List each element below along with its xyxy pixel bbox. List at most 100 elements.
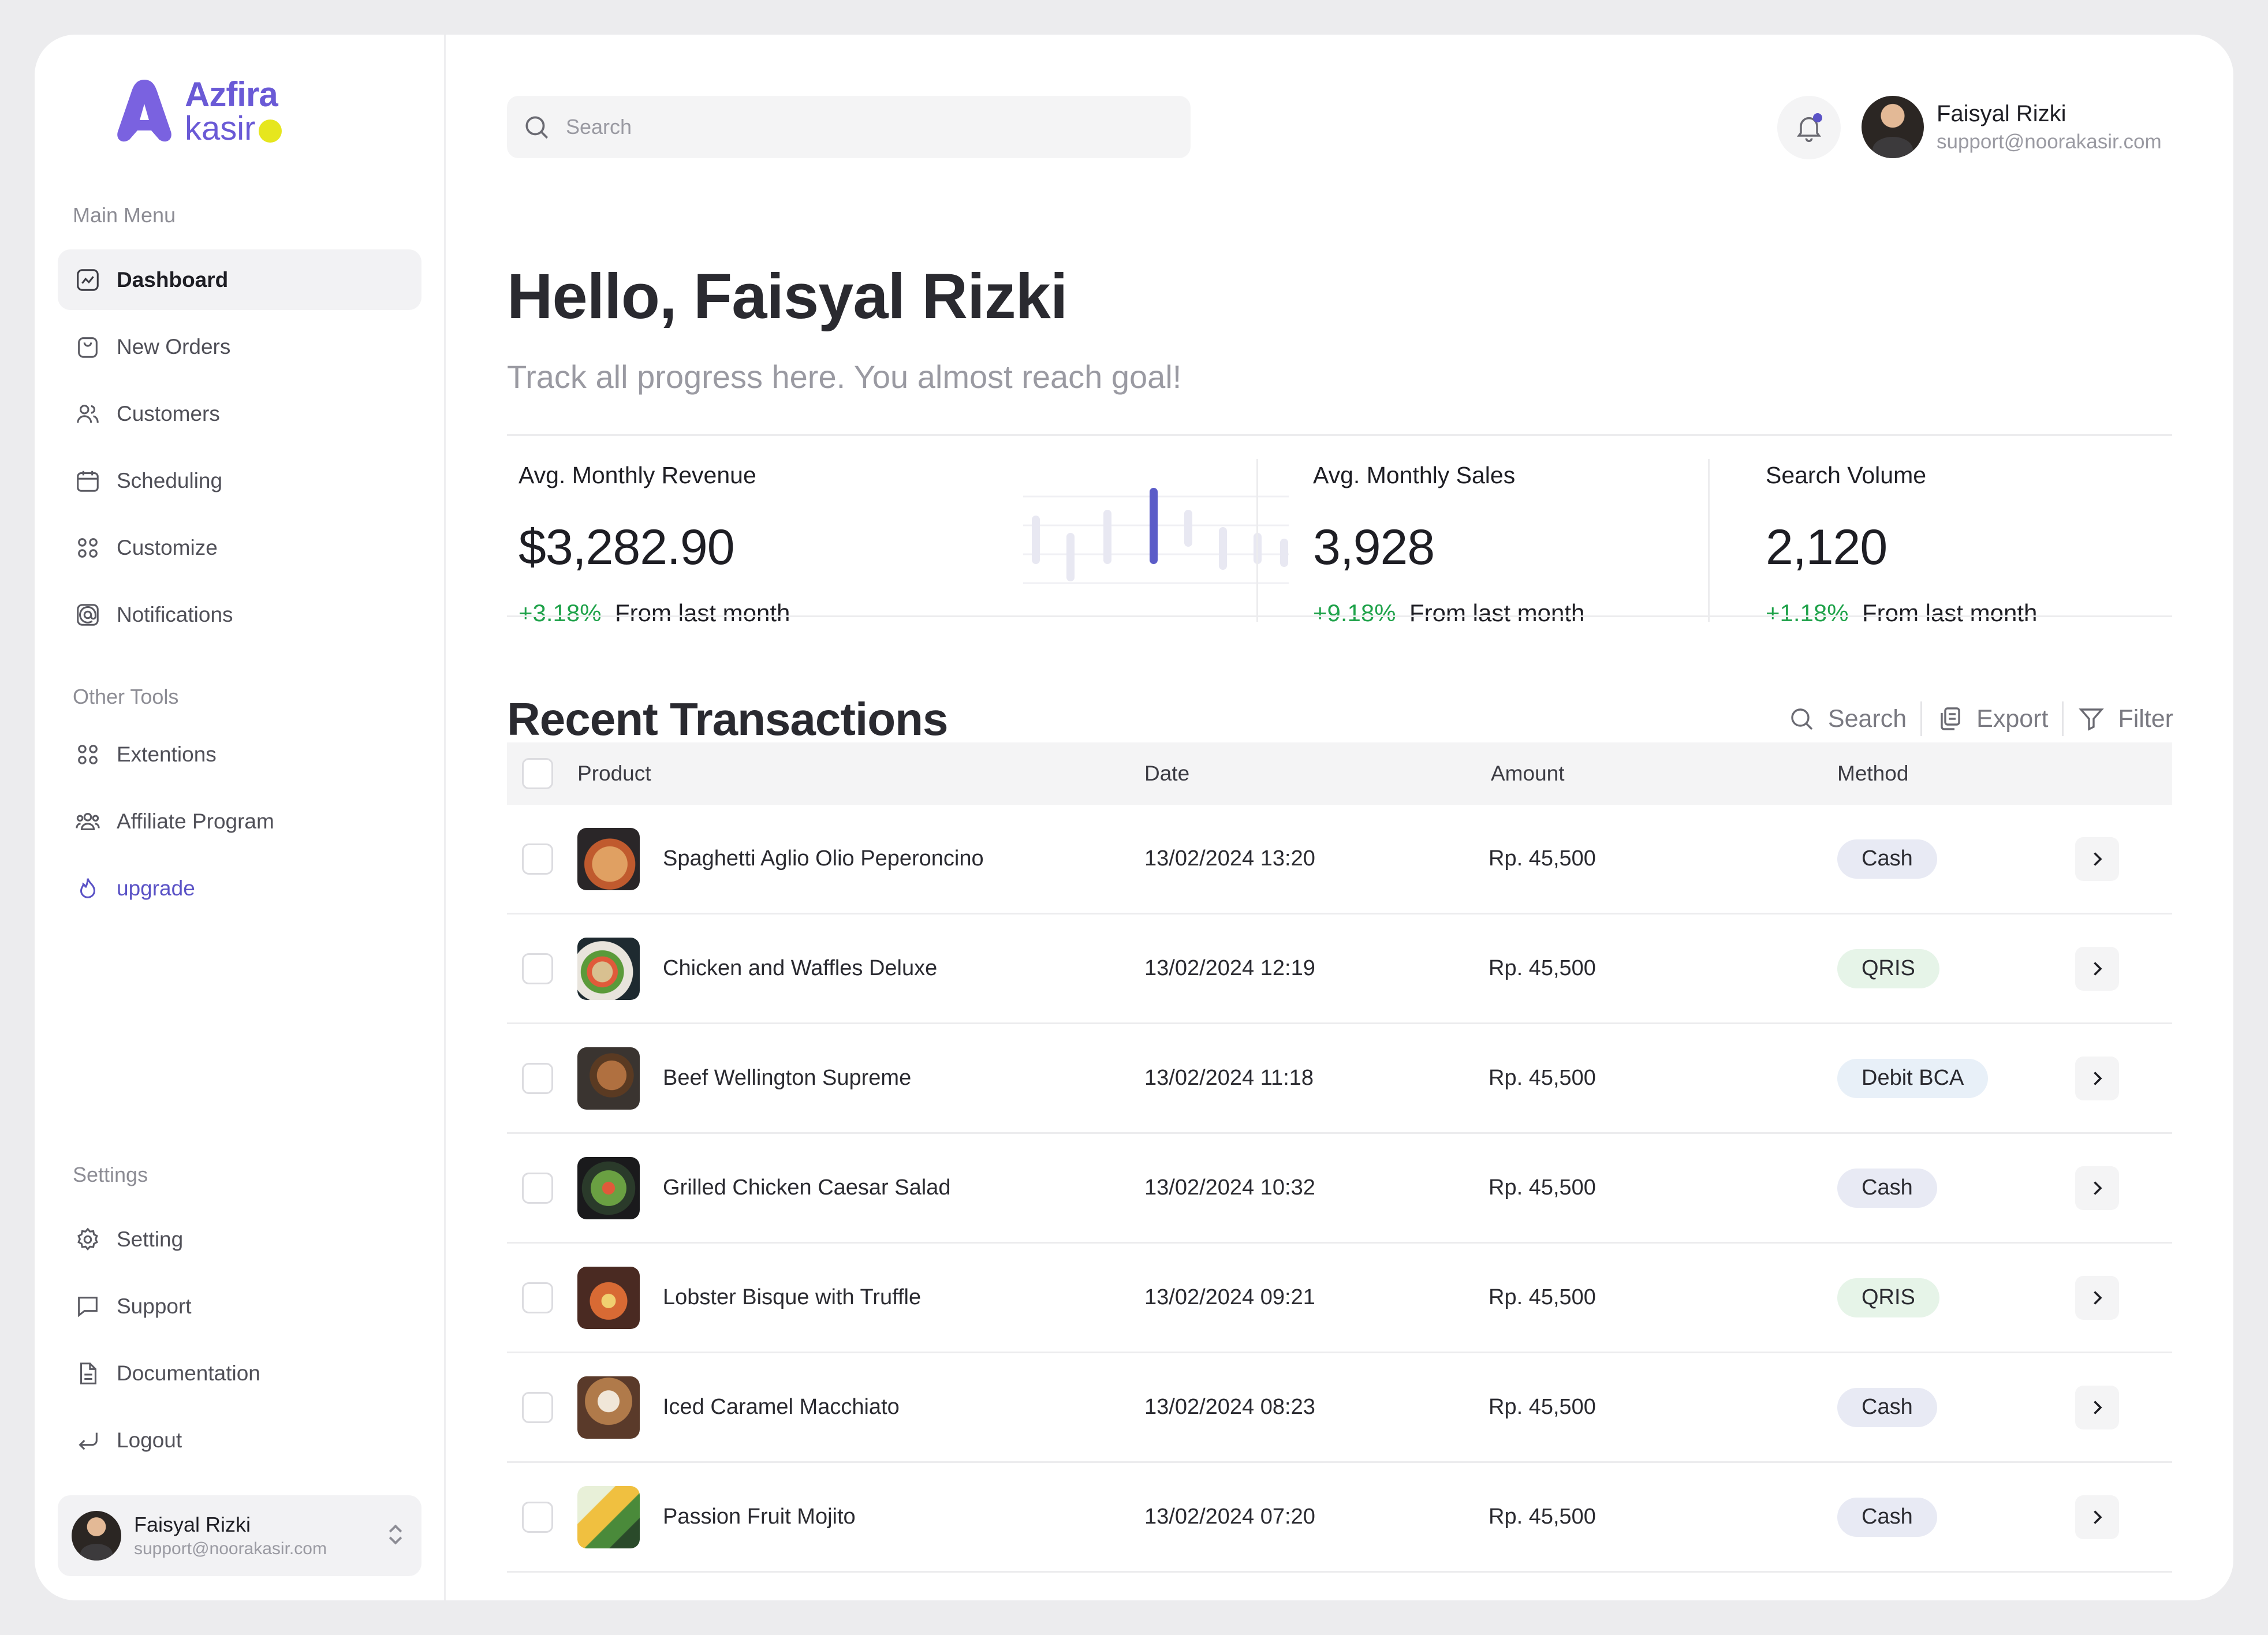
chevron-right-icon [2094,852,2102,866]
column-header-amount[interactable]: Amount [1491,761,1565,786]
export-button[interactable]: Export [1922,705,2062,733]
table-toolbar: Search Export Filter [1774,701,2173,736]
method-badge: Debit BCA [1837,1058,1989,1098]
sidebar-item-scheduling[interactable]: Scheduling [58,450,421,511]
table-row[interactable]: Grilled Chicken Caesar Salad 13/02/2024 … [507,1134,2172,1244]
sidebar-item-upgrade[interactable]: upgrade [58,858,421,919]
search-icon [1791,708,1813,730]
logo-title: Azfira [185,74,278,114]
product-name: Iced Caramel Macchiato [663,1395,900,1419]
product-image [577,937,640,1000]
export-label: Export [1976,704,2049,733]
chevron-right-icon [2094,1510,2102,1524]
row-detail-button[interactable] [2075,1166,2119,1210]
row-detail-button[interactable] [2075,1275,2119,1320]
user-profile[interactable]: Faisyal Rizki support@noorakasir.com [1862,96,2162,158]
row-detail-button[interactable] [2075,1056,2119,1100]
divider [507,615,2172,617]
product-image [577,1047,640,1110]
chevron-right-icon [2094,1071,2102,1085]
sidebar-item-customize[interactable]: Customize [58,517,421,578]
sidebar-item-new-orders[interactable]: New Orders [58,316,421,377]
account-switcher[interactable]: Faisyal Rizki support@noorakasir.com [58,1495,421,1576]
copy-icon [1941,707,1960,730]
transaction-amount: Rp. 45,500 [1489,1066,1596,1090]
divider [1256,459,1258,622]
filter-button[interactable]: Filter [2064,705,2173,733]
sidebar-item-logout[interactable]: Logout [58,1410,421,1470]
users-icon [74,400,102,428]
row-checkbox[interactable] [522,1062,553,1094]
flame-icon [74,875,102,902]
table-row[interactable]: Beef Wellington Supreme 13/02/2024 11:18… [507,1024,2172,1134]
sidebar-item-affiliate-program[interactable]: Affiliate Program [58,791,421,852]
sidebar-item-extentions[interactable]: Extentions [58,724,421,785]
stat-change: +9.18% [1313,599,1396,626]
table-row[interactable]: Iced Caramel Macchiato 13/02/2024 08:23 … [507,1353,2172,1463]
row-detail-button[interactable] [2075,837,2119,881]
table-row[interactable]: Spaghetti Aglio Olio Peperoncino 13/02/2… [507,805,2172,914]
sidebar-item-support[interactable]: Support [58,1276,421,1337]
row-checkbox[interactable] [522,1282,553,1313]
select-all-checkbox[interactable] [522,758,553,789]
row-checkbox[interactable] [522,953,553,984]
row-detail-button[interactable] [2075,946,2119,991]
chevron-right-icon [2094,1290,2102,1305]
sidebar-item-dashboard[interactable]: Dashboard [58,249,421,310]
method-badge: Cash [1837,839,1937,879]
method-badge: QRIS [1837,1278,1939,1317]
table-row[interactable]: Chicken and Waffles Deluxe 13/02/2024 12… [507,914,2172,1024]
transaction-date: 13/02/2024 10:32 [1144,1175,1315,1200]
other-tools-title: Other Tools [73,685,179,708]
row-checkbox[interactable] [522,1391,553,1423]
gear-icon [74,1226,102,1253]
product-name: Spaghetti Aglio Olio Peperoncino [663,846,984,871]
sidebar-item-setting[interactable]: Setting [58,1209,421,1270]
stat-change: +3.18% [518,599,602,626]
table-search-button[interactable]: Search [1774,705,1920,733]
row-detail-button[interactable] [2075,1495,2119,1539]
table-search-label: Search [1827,704,1907,733]
search-input[interactable] [566,115,1085,139]
revenue-sparkline [1023,488,1289,584]
chevron-updown-icon [389,1524,402,1545]
sidebar-item-customers[interactable]: Customers [58,383,421,444]
sidebar-item-label: Customize [117,535,218,559]
table-header: Product Date Amount Method [507,742,2172,805]
table-row[interactable]: Passion Fruit Mojito 13/02/2024 07:20 Rp… [507,1463,2172,1573]
row-checkbox[interactable] [522,843,553,875]
sidebar-item-label: Extentions [117,742,217,766]
sidebar: Azfira kasir Main Menu Dashboard New Ord… [35,35,446,1600]
search-bar[interactable] [507,96,1191,158]
filter-label: Filter [2118,704,2173,733]
sidebar-item-documentation[interactable]: Documentation [58,1343,421,1403]
document-icon [74,1360,102,1387]
notification-button[interactable] [1777,96,1841,159]
transaction-date: 13/02/2024 13:20 [1144,846,1315,871]
page-title: Hello, Faisyal Rizki [507,261,1068,332]
stat-title: Avg. Monthly Revenue [518,462,756,488]
app-window: Azfira kasir Main Menu Dashboard New Ord… [35,35,2233,1600]
logo[interactable]: Azfira kasir [110,75,282,147]
chevron-right-icon [2094,1400,2102,1414]
transaction-amount: Rp. 45,500 [1489,1285,1596,1309]
settings-title: Settings [73,1163,148,1186]
row-checkbox[interactable] [522,1501,553,1533]
table-row[interactable]: Lobster Bisque with Truffle 13/02/2024 0… [507,1244,2172,1353]
sidebar-item-label: Notifications [117,602,233,626]
sidebar-item-notifications[interactable]: Notifications [58,584,421,645]
stat-value: 3,928 [1313,520,1435,575]
column-header-date[interactable]: Date [1144,761,1189,786]
column-header-method[interactable]: Method [1837,761,1908,786]
column-header-product[interactable]: Product [577,761,651,786]
logo-subtitle: kasir [185,109,256,147]
at-icon [74,601,102,629]
product-image [577,1156,640,1219]
search-icon [525,116,549,139]
section-title: Recent Transactions [507,693,948,745]
chat-icon [74,1293,102,1320]
row-detail-button[interactable] [2075,1385,2119,1429]
row-checkbox[interactable] [522,1172,553,1204]
sidebar-item-label: Affiliate Program [117,809,274,833]
sidebar-item-label: Setting [117,1227,184,1251]
